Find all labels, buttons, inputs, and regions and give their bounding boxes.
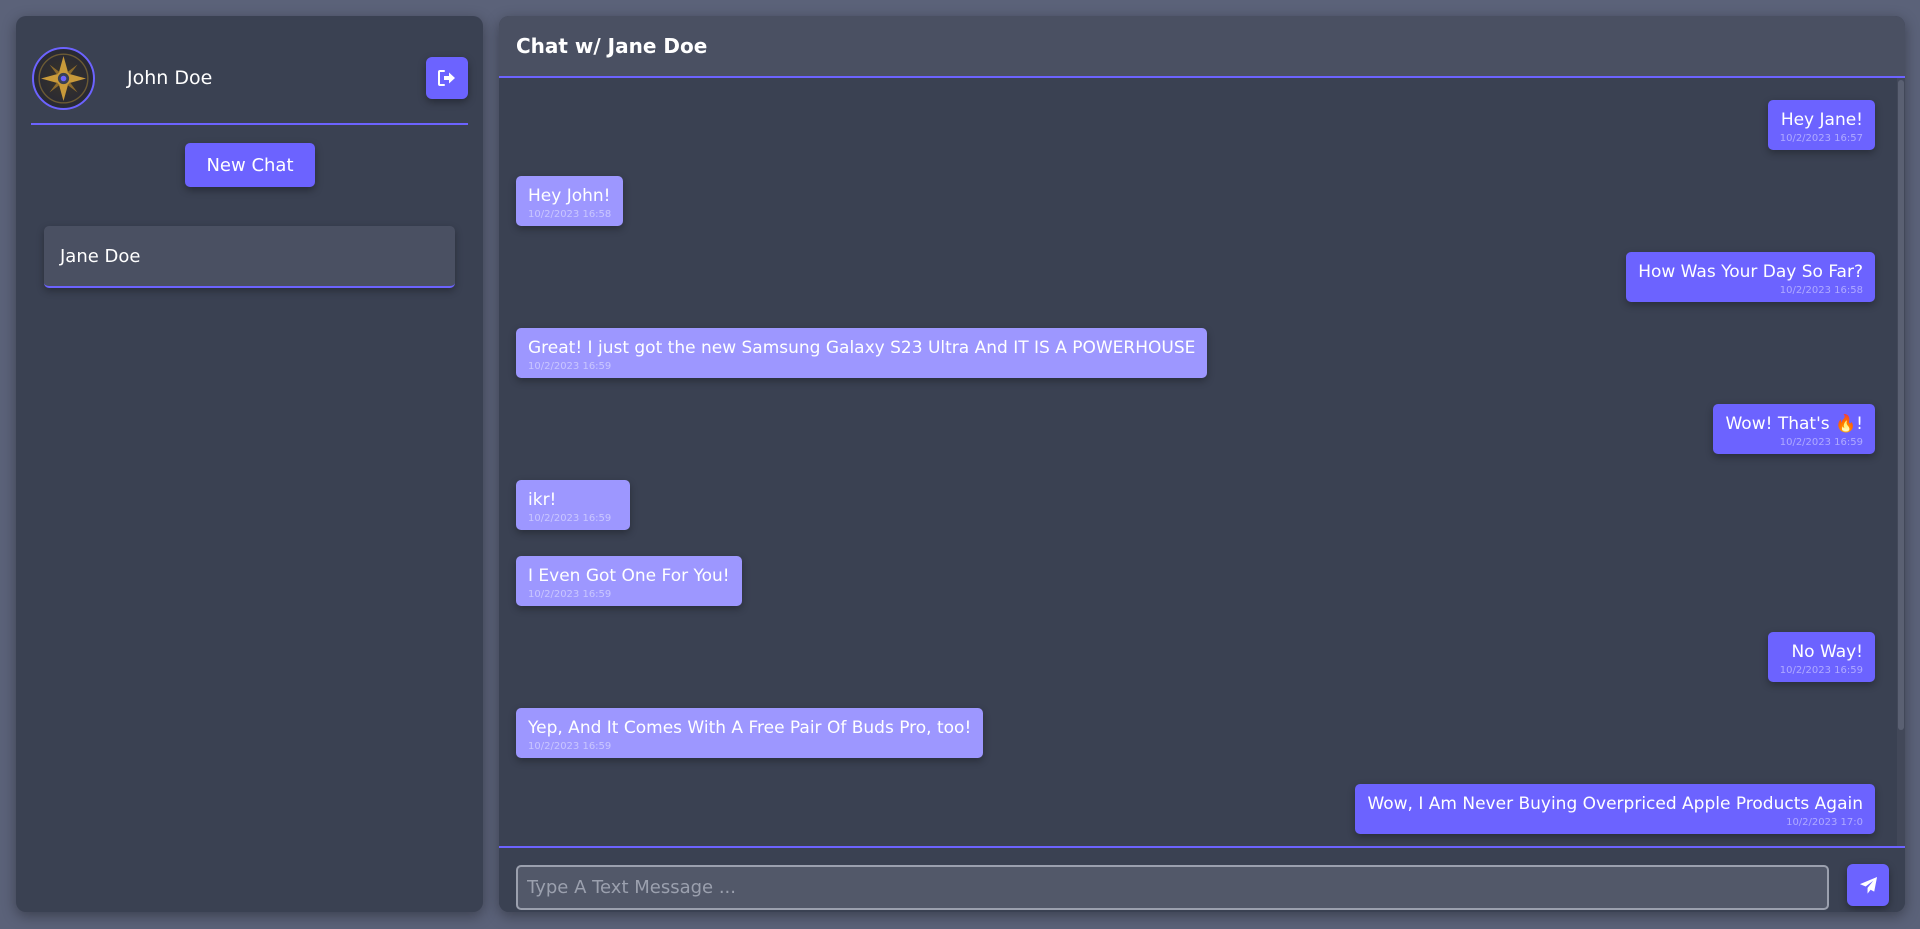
message-text: Wow, I Am Never Buying Overpriced Apple … [1367, 794, 1863, 814]
message-text: ikr! [528, 490, 557, 510]
message-input[interactable] [516, 865, 1829, 910]
scrollbar-thumb[interactable] [1898, 80, 1904, 730]
message-timestamp: 10/2/2023 16:59 [1779, 437, 1863, 448]
message-sent: Hey Jane! 10/2/2023 16:57 [1767, 100, 1875, 150]
message-timestamp: 10/2/2023 16:58 [1779, 285, 1863, 296]
chat-list: Jane Doe [44, 226, 455, 288]
message-timestamp: 10/2/2023 16:59 [528, 741, 612, 752]
message-text: Wow! That's 🔥! [1725, 414, 1863, 435]
message-sent: Wow! That's 🔥! 10/2/2023 16:59 [1713, 404, 1875, 454]
message-timestamp: 10/2/2023 16:59 [528, 361, 612, 372]
message-timestamp: 10/2/2023 16:59 [1779, 665, 1863, 676]
message-timestamp: 10/2/2023 16:59 [528, 513, 612, 524]
message-text-before: Wow! That's [1725, 414, 1835, 434]
message-text: How Was Your Day So Far? [1638, 262, 1863, 282]
message-text: Yep, And It Comes With A Free Pair Of Bu… [528, 718, 972, 738]
logout-button[interactable] [426, 57, 468, 99]
new-chat-button[interactable]: New Chat [185, 143, 315, 187]
message-received: Great! I just got the new Samsung Galaxy… [516, 328, 1208, 378]
message-sent: How Was Your Day So Far? 10/2/2023 16:58 [1626, 252, 1875, 302]
ornate-compass-avatar-icon [38, 53, 89, 104]
chat-title: Chat w/ Jane Doe [499, 16, 1905, 78]
message-timestamp: 10/2/2023 16:59 [528, 589, 612, 600]
message-text: No Way! [1791, 642, 1863, 662]
message-sent: No Way! 10/2/2023 16:59 [1767, 632, 1875, 682]
message-received: Yep, And It Comes With A Free Pair Of Bu… [516, 708, 984, 758]
message-timestamp: 10/2/2023 16:57 [1779, 133, 1863, 144]
message-sent: Wow, I Am Never Buying Overpriced Apple … [1355, 784, 1875, 834]
message-text: I Even Got One For You! [528, 566, 730, 586]
profile-header: John Doe [31, 31, 468, 125]
message-list[interactable]: Hey Jane! 10/2/2023 16:57 Hey John! 10/2… [499, 78, 1897, 846]
sidebar: John Doe New Chat Jane Doe [16, 16, 483, 912]
profile-name: John Doe [127, 67, 213, 89]
sign-out-icon [438, 70, 455, 86]
chat-list-item-jane-doe[interactable]: Jane Doe [44, 226, 455, 288]
chat-app: John Doe New Chat Jane Doe Chat w/ Jane … [0, 0, 1920, 929]
fire-emoji-icon: 🔥 [1835, 414, 1857, 434]
avatar[interactable] [32, 47, 95, 110]
chat-panel: Chat w/ Jane Doe Hey Jane! 10/2/2023 16:… [499, 16, 1905, 912]
message-received: ikr! 10/2/2023 16:59 [516, 480, 630, 530]
message-received: I Even Got One For You! 10/2/2023 16:59 [516, 556, 742, 606]
message-list-scrollbar[interactable] [1897, 78, 1905, 846]
message-received: Hey John! 10/2/2023 16:58 [516, 176, 624, 226]
chat-list-item-label: Jane Doe [60, 245, 141, 267]
message-text: Great! I just got the new Samsung Galaxy… [528, 338, 1196, 358]
send-button[interactable] [1847, 864, 1889, 906]
message-text: Hey John! [528, 186, 611, 206]
message-composer [499, 846, 1905, 912]
message-timestamp: 10/2/2023 16:58 [528, 209, 612, 220]
message-text: Hey Jane! [1780, 110, 1863, 130]
message-text-after: ! [1856, 414, 1863, 434]
paper-plane-icon [1859, 876, 1877, 894]
message-timestamp: 10/2/2023 17:0 [1786, 817, 1863, 828]
